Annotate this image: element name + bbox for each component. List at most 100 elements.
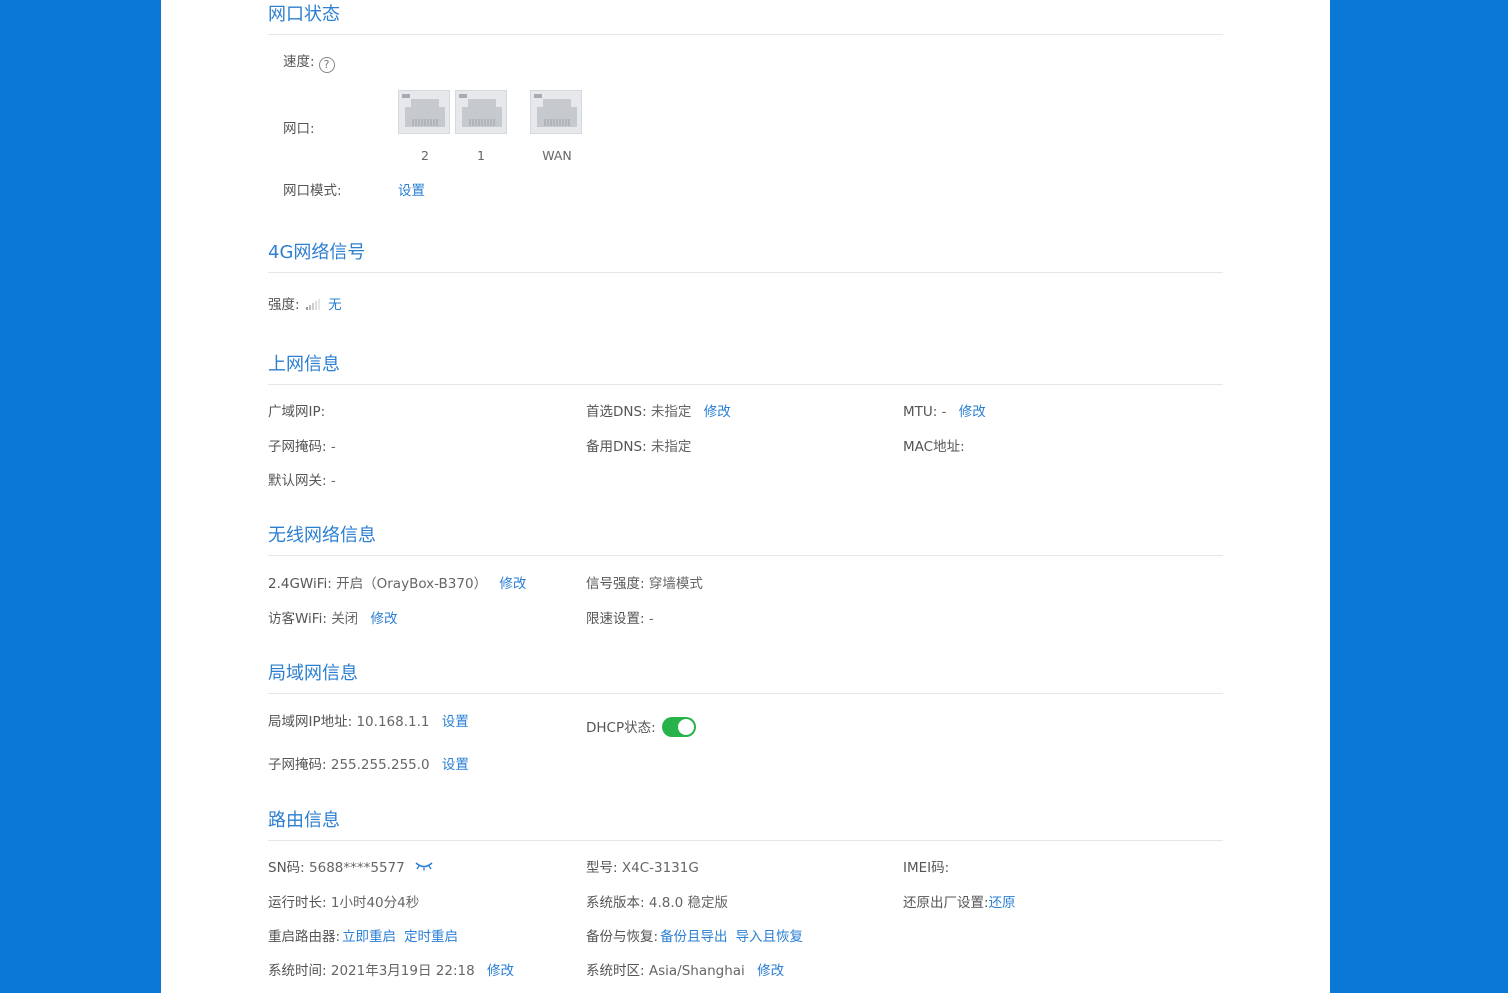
factory-reset-row: 还原出厂设置:还原	[903, 894, 1016, 912]
system-time-value: 2021年3月19日 22:18	[330, 963, 475, 979]
wifi24-row: 2.4GWiFi: 开启（OrayBox-B370） 修改	[268, 575, 526, 593]
sn-value: 5688****5577	[309, 860, 405, 876]
reboot-label: 重启路由器:	[268, 929, 341, 945]
sn-label: SN码:	[268, 860, 305, 876]
help-icon[interactable]: ?	[318, 57, 335, 73]
dns1-row: 首选DNS: 未指定 修改	[586, 403, 731, 421]
wifi-signal-value: 穿墙模式	[648, 576, 703, 592]
backup-row: 备份与恢复: 备份且导出 导入且恢复	[586, 928, 803, 946]
factory-reset-link[interactable]: 还原	[989, 895, 1016, 911]
section-title-wireless: 无线网络信息	[268, 525, 376, 546]
speed-label: 速度:	[283, 54, 315, 70]
dns1-edit-link[interactable]: 修改	[704, 404, 731, 420]
lan-mask-value: 255.255.255.0	[330, 757, 430, 773]
dns2-row: 备用DNS: 未指定	[586, 438, 691, 456]
section-title-port-status: 网口状态	[268, 4, 340, 25]
ethernet-port-icon	[530, 90, 582, 134]
section-title-4g-signal: 4G网络信号	[268, 242, 366, 263]
divider	[268, 384, 1223, 385]
mac-row: MAC地址:	[903, 438, 965, 456]
mtu-value: -	[941, 404, 947, 420]
system-time-row: 系统时间: 2021年3月19日 22:18 修改	[268, 962, 514, 980]
port-mode-label: 网口模式:	[283, 183, 342, 199]
backup-label: 备份与恢复:	[586, 929, 659, 945]
lan-ip-set-link[interactable]: 设置	[442, 714, 469, 730]
version-value: 4.8.0 稳定版	[648, 895, 729, 911]
signal-strength-row: 强度: 无	[268, 296, 342, 314]
gateway-row: 默认网关: -	[268, 472, 336, 490]
guest-wifi-edit-link[interactable]: 修改	[370, 611, 397, 627]
timezone-edit-link[interactable]: 修改	[757, 963, 784, 979]
eye-closed-icon[interactable]	[415, 861, 433, 871]
port-mode-row: 网口模式:	[283, 182, 342, 200]
port-label: WAN	[542, 148, 572, 163]
divider	[268, 34, 1223, 35]
model-row: 型号: X4C-3131G	[586, 859, 699, 877]
section-title-internet: 上网信息	[268, 354, 340, 375]
timezone-label: 系统时区:	[586, 963, 645, 979]
backup-import-link[interactable]: 导入且恢复	[736, 929, 804, 945]
subnet-row: 子网掩码: -	[268, 438, 336, 456]
version-label: 系统版本:	[586, 895, 645, 911]
port-label: 1	[477, 148, 485, 163]
sn-row: SN码: 5688****5577	[268, 859, 433, 877]
section-title-router: 路由信息	[268, 810, 340, 831]
factory-reset-label: 还原出厂设置:	[903, 895, 989, 911]
dhcp-row: DHCP状态:	[586, 717, 696, 737]
subnet-value: -	[330, 439, 336, 455]
dhcp-toggle[interactable]	[661, 717, 696, 737]
uptime-row: 运行时长: 1小时40分4秒	[268, 894, 419, 912]
speed-limit-label: 限速设置:	[586, 611, 645, 627]
mtu-row: MTU: - 修改	[903, 403, 986, 421]
lan-mask-row: 子网掩码: 255.255.255.0 设置	[268, 756, 469, 774]
guest-wifi-row: 访客WiFi: 关闭 修改	[268, 610, 397, 628]
lan-mask-label: 子网掩码:	[268, 757, 327, 773]
wifi-signal-row: 信号强度: 穿墙模式	[586, 575, 703, 593]
divider	[268, 693, 1223, 694]
dhcp-label: DHCP状态:	[586, 720, 656, 736]
strength-label: 强度:	[268, 297, 300, 313]
section-title-lan: 局域网信息	[268, 663, 358, 684]
port-label: 2	[421, 148, 429, 163]
guest-wifi-value: 关闭	[331, 611, 359, 627]
wifi24-label: 2.4GWiFi:	[268, 576, 332, 592]
reboot-row: 重启路由器: 立即重启 定时重启	[268, 928, 458, 946]
imei-row: IMEI码:	[903, 859, 949, 877]
divider	[268, 555, 1223, 556]
content-panel: 网口状态 速度:? 网口: 2 1 WAN 网口模式: 设置 4G网络信号 强度…	[161, 0, 1330, 993]
divider	[268, 272, 1223, 273]
guest-wifi-label: 访客WiFi:	[268, 611, 327, 627]
speed-limit-row: 限速设置: -	[586, 610, 654, 628]
port-mode-set-link[interactable]: 设置	[398, 183, 425, 199]
wifi24-edit-link[interactable]: 修改	[499, 576, 526, 592]
reboot-now-link[interactable]: 立即重启	[342, 929, 396, 945]
divider	[268, 840, 1223, 841]
dns2-value: 未指定	[650, 439, 692, 455]
strength-value: 无	[328, 297, 342, 313]
backup-export-link[interactable]: 备份且导出	[660, 929, 728, 945]
version-row: 系统版本: 4.8.0 稳定版	[586, 894, 728, 912]
mtu-edit-link[interactable]: 修改	[959, 404, 986, 420]
system-time-edit-link[interactable]: 修改	[487, 963, 514, 979]
mtu-label: MTU:	[903, 404, 938, 420]
reboot-timed-link[interactable]: 定时重启	[404, 929, 458, 945]
uptime-label: 运行时长:	[268, 895, 327, 911]
timezone-row: 系统时区: Asia/Shanghai 修改	[586, 962, 784, 980]
signal-bars-icon	[305, 299, 320, 310]
lan-ip-label: 局域网IP地址:	[268, 714, 353, 730]
ethernet-port-icon	[455, 90, 507, 134]
wan-ip-row: 广域网IP:	[268, 403, 325, 421]
ethernet-port-icon	[398, 90, 450, 134]
lan-ip-row: 局域网IP地址: 10.168.1.1 设置	[268, 713, 469, 731]
uptime-value: 1小时40分4秒	[330, 895, 420, 911]
wifi-signal-label: 信号强度:	[586, 576, 645, 592]
timezone-value: Asia/Shanghai	[648, 963, 745, 979]
model-label: 型号:	[586, 860, 618, 876]
gateway-label: 默认网关:	[268, 473, 327, 489]
wan-ip-label: 广域网IP:	[268, 404, 326, 420]
wifi24-value: 开启（OrayBox-B370）	[336, 576, 488, 592]
lan-mask-set-link[interactable]: 设置	[442, 757, 469, 773]
mac-label: MAC地址:	[903, 439, 965, 455]
speed-limit-value: -	[648, 611, 654, 627]
speed-row: 速度:?	[283, 53, 335, 73]
